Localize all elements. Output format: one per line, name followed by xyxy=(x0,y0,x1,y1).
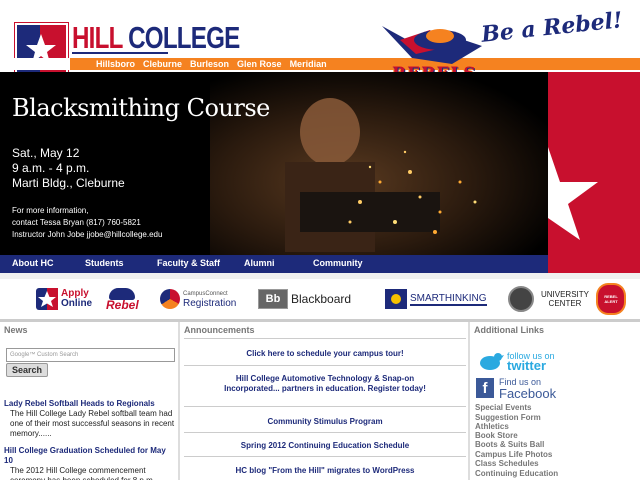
divider xyxy=(184,338,466,339)
star-icon xyxy=(36,288,58,310)
apply-online-link[interactable]: Apply Online xyxy=(36,283,92,315)
rebel-alert-badge: REBEL ALERT xyxy=(596,283,626,315)
facebook-text: Facebook xyxy=(499,386,557,401)
news-item: Hill College Graduation Scheduled for Ma… xyxy=(4,446,176,480)
twitter-link[interactable]: follow us on twitter xyxy=(476,351,555,373)
town-link-burleson[interactable]: Burleson xyxy=(190,59,229,69)
announcement-link[interactable]: Spring 2012 Continuing Education Schedul… xyxy=(184,441,466,451)
nav-students[interactable]: Students xyxy=(85,258,124,268)
link-continuing-education[interactable]: Continuing Education xyxy=(475,469,558,479)
news-column: Google™ Custom Search Search Lady Rebel … xyxy=(0,336,178,480)
banner-title: Blacksmithing Course xyxy=(12,94,270,122)
search-button[interactable]: Search xyxy=(6,363,48,377)
nav-alumni[interactable]: Alumni xyxy=(244,258,275,268)
rebel-label: Rebel xyxy=(106,298,139,312)
event-time: 9 a.m. - 4 p.m. xyxy=(12,161,90,175)
town-link-glen-rose[interactable]: Glen Rose xyxy=(237,59,282,69)
additional-links-heading: Additional Links xyxy=(474,325,545,335)
twitter-text: twitter xyxy=(507,358,546,373)
news-summary: The 2012 Hill College commencement cerem… xyxy=(10,466,155,480)
news-item: Lady Rebel Softball Heads to Regionals T… xyxy=(4,399,176,439)
smarthinking-icon xyxy=(385,289,407,309)
university-center-icon xyxy=(508,286,534,312)
announcement-link[interactable]: Community Stimulus Program xyxy=(184,417,466,427)
announcement-link[interactable]: HC blog "From the Hill" migrates to Word… xyxy=(184,466,466,476)
additional-links-column: follow us on twitter f Find us on Facebo… xyxy=(472,336,640,480)
nav-about-hc[interactable]: About HC xyxy=(12,258,54,268)
event-contact: For more information, contact Tessa Brya… xyxy=(12,205,162,241)
page: { "header": { "logo_hill": "HILL", "logo… xyxy=(0,0,640,480)
logo-underline xyxy=(72,52,168,54)
content-top-rule xyxy=(0,319,640,322)
town-link-hillsboro[interactable]: Hillsboro xyxy=(96,59,135,69)
town-link-meridian[interactable]: Meridian xyxy=(290,59,327,69)
registration-label: Registration xyxy=(183,298,237,309)
college-name[interactable]: HILL COLLEGE xyxy=(72,20,240,56)
link-class-schedules[interactable]: Class Schedules xyxy=(475,459,539,469)
main-nav: About HC Students Faculty & Staff Alumni… xyxy=(0,255,548,273)
announcements-column: Click here to schedule your campus tour!… xyxy=(180,336,470,480)
twitter-bird-icon xyxy=(480,353,504,370)
news-headline-link[interactable]: Hill College Graduation Scheduled for Ma… xyxy=(4,446,176,466)
blackboard-link[interactable]: Bb Blackboard xyxy=(258,283,351,315)
facebook-link[interactable]: f Find us on Facebook xyxy=(476,377,557,401)
announcement-link[interactable]: Hill College Automotive Technology & Sna… xyxy=(184,374,466,394)
campus-town-bar: Hillsboro Cleburne Burleson Glen Rose Me… xyxy=(0,58,640,70)
logo-college: COLLEGE xyxy=(128,20,240,55)
university-center-link[interactable]: UNIVERSITY CENTER xyxy=(508,283,593,315)
nav-faculty-staff[interactable]: Faculty & Staff xyxy=(157,258,220,268)
divider xyxy=(184,406,466,407)
town-link-cleburne[interactable]: Cleburne xyxy=(143,59,182,69)
search-input[interactable]: Google™ Custom Search xyxy=(6,348,175,362)
nav-accent xyxy=(548,255,640,273)
event-date: Sat., May 12 xyxy=(12,146,80,160)
blackboard-icon: Bb xyxy=(258,289,288,309)
facebook-icon: f xyxy=(476,378,494,398)
link-special-events[interactable]: Special Events xyxy=(475,403,531,413)
campusconnect-icon xyxy=(160,289,180,309)
link-boots-suits-ball[interactable]: Boots & Suits Ball xyxy=(475,440,544,450)
contact-heading: For more information, xyxy=(12,206,89,215)
divider xyxy=(184,365,466,366)
nav-community[interactable]: Community xyxy=(313,258,363,268)
news-summary: The Hill College Lady Rebel softball tea… xyxy=(10,409,175,438)
event-details: Sat., May 12 9 a.m. - 4 p.m. Marti Bldg.… xyxy=(12,146,125,191)
rebel-alert-link[interactable]: REBEL ALERT xyxy=(596,283,626,315)
news-heading: News xyxy=(4,325,28,335)
rebel-portal-link[interactable]: Rebel xyxy=(106,283,139,315)
smarthinking-label: SMARTHINKING xyxy=(410,292,487,306)
quick-links: Apply Online Rebel CampusConnect Registr… xyxy=(0,279,640,319)
university-center-label: UNIVERSITY CENTER xyxy=(540,290,589,308)
contact-line: contact Tessa Bryan (817) 760-5821 xyxy=(12,218,141,227)
news-headline-link[interactable]: Lady Rebel Softball Heads to Regionals xyxy=(4,399,176,409)
announcements-heading: Announcements xyxy=(184,325,255,335)
contact-line: Instructor John Jobe jjobe@hillcollege.e… xyxy=(12,230,163,239)
online-label: Online xyxy=(61,298,93,309)
divider xyxy=(184,432,466,433)
blackboard-label: Blackboard xyxy=(291,292,352,306)
announcement-link[interactable]: Click here to schedule your campus tour! xyxy=(184,349,466,359)
smarthinking-link[interactable]: SMARTHINKING xyxy=(385,283,487,315)
registration-link[interactable]: CampusConnect Registration xyxy=(160,283,236,315)
event-location: Marti Bldg., Cleburne xyxy=(12,176,125,190)
featured-banner[interactable]: Blacksmithing Course Sat., May 12 9 a.m.… xyxy=(0,72,548,255)
logo-hill: HILL xyxy=(72,20,123,55)
divider xyxy=(184,456,466,457)
